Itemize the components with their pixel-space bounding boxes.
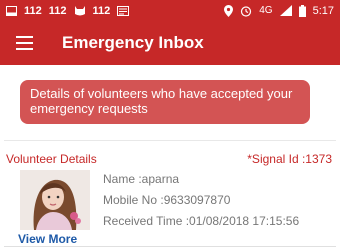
status-right-icons: 4G 5:17 bbox=[224, 4, 340, 17]
volunteer-name: Name :aparna bbox=[103, 172, 180, 186]
status-text-1: 112 bbox=[24, 4, 42, 17]
status-left-icons: 112 112 112 bbox=[0, 4, 130, 17]
avatar-image bbox=[20, 170, 90, 230]
page-title: Emergency Inbox bbox=[62, 33, 204, 52]
view-more-link[interactable]: View More bbox=[18, 232, 77, 246]
status-time: 5:17 bbox=[312, 4, 334, 17]
avatar bbox=[20, 170, 90, 230]
location-icon bbox=[224, 4, 234, 17]
volunteer-details-label: Volunteer Details bbox=[6, 152, 97, 166]
card-header: Volunteer Details *Signal Id :1373 bbox=[6, 152, 332, 166]
tablet-icon bbox=[6, 5, 17, 16]
signal-icon bbox=[279, 5, 292, 16]
received-time: Received Time :01/08/2018 17:15:56 bbox=[103, 214, 300, 228]
hamburger-menu-icon bbox=[15, 42, 33, 44]
card-divider-bottom bbox=[4, 246, 336, 247]
battery-icon bbox=[298, 4, 306, 17]
menu-button[interactable] bbox=[0, 21, 48, 65]
alarm-icon bbox=[241, 5, 252, 17]
volunteer-mobile: Mobile No :9633097870 bbox=[103, 193, 231, 207]
info-banner: Details of volunteers who have accepted … bbox=[20, 80, 310, 124]
signal-id: *Signal Id :1373 bbox=[247, 152, 332, 166]
network-type: 4G bbox=[259, 5, 273, 16]
app-bar: Emergency Inbox bbox=[0, 21, 340, 65]
status-text-2: 112 bbox=[48, 4, 67, 17]
card-divider-top bbox=[4, 140, 336, 141]
gallery-icon bbox=[117, 5, 130, 16]
cat-icon bbox=[74, 6, 85, 16]
status-text-3: 112 bbox=[92, 4, 111, 17]
status-bar: 112 112 112 4G 5:17 bbox=[0, 0, 340, 21]
volunteer-details: Name :aparna Mobile No :9633097870 Recei… bbox=[103, 171, 299, 234]
